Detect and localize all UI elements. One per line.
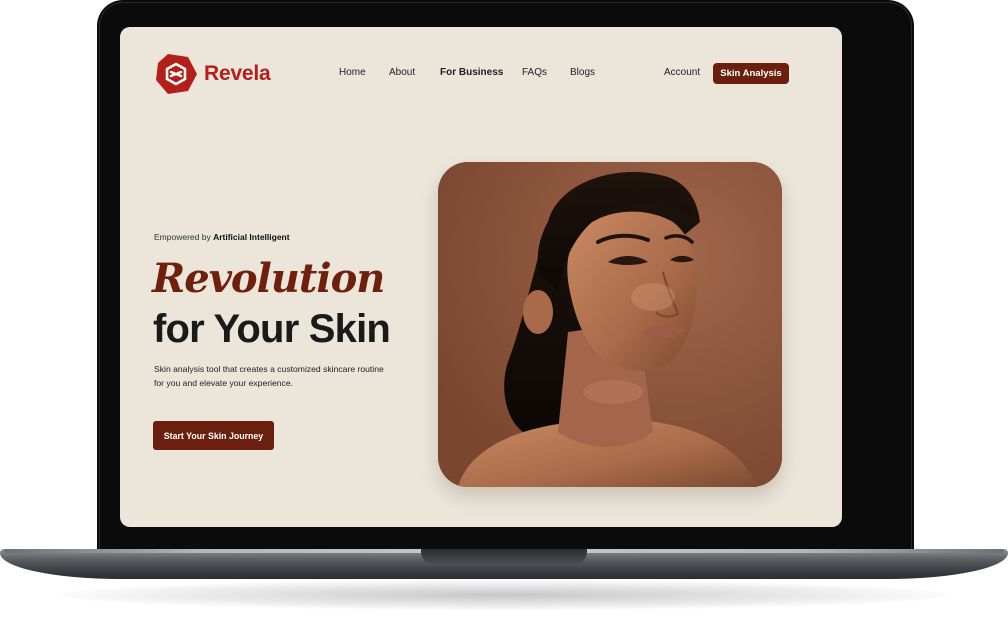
revela-logo-icon — [156, 54, 197, 94]
hero-headline-accent: Revolution — [152, 255, 385, 302]
tagline-bold: Artificial Intelligent — [213, 232, 290, 242]
account-link[interactable]: Account — [664, 67, 700, 78]
tagline-prefix: Empowered by — [154, 232, 214, 242]
skin-analysis-button[interactable]: Skin Analysis — [713, 63, 789, 84]
nav-item-for-business[interactable]: For Business — [440, 67, 503, 78]
hero-description: Skin analysis tool that creates a custom… — [154, 364, 384, 388]
nav-item-home[interactable]: Home — [339, 67, 366, 78]
start-skin-journey-button[interactable]: Start Your Skin Journey — [153, 421, 274, 450]
brand-name: Revela — [204, 62, 271, 85]
website-screen: Revela Home About For Business FAQs Blog… — [120, 27, 842, 527]
nav-item-faqs[interactable]: FAQs — [522, 67, 547, 78]
nav-item-about[interactable]: About — [389, 67, 415, 78]
hero-headline: for Your Skin — [153, 307, 391, 351]
hero-portrait-image — [438, 162, 782, 487]
laptop-shadow — [60, 580, 948, 610]
brand-logo[interactable]: Revela — [154, 53, 271, 95]
hero-tagline: Empowered by Artificial Intelligent — [154, 232, 290, 242]
laptop-notch — [421, 549, 587, 564]
nav-item-blogs[interactable]: Blogs — [570, 67, 595, 78]
portrait-illustration — [438, 162, 782, 487]
